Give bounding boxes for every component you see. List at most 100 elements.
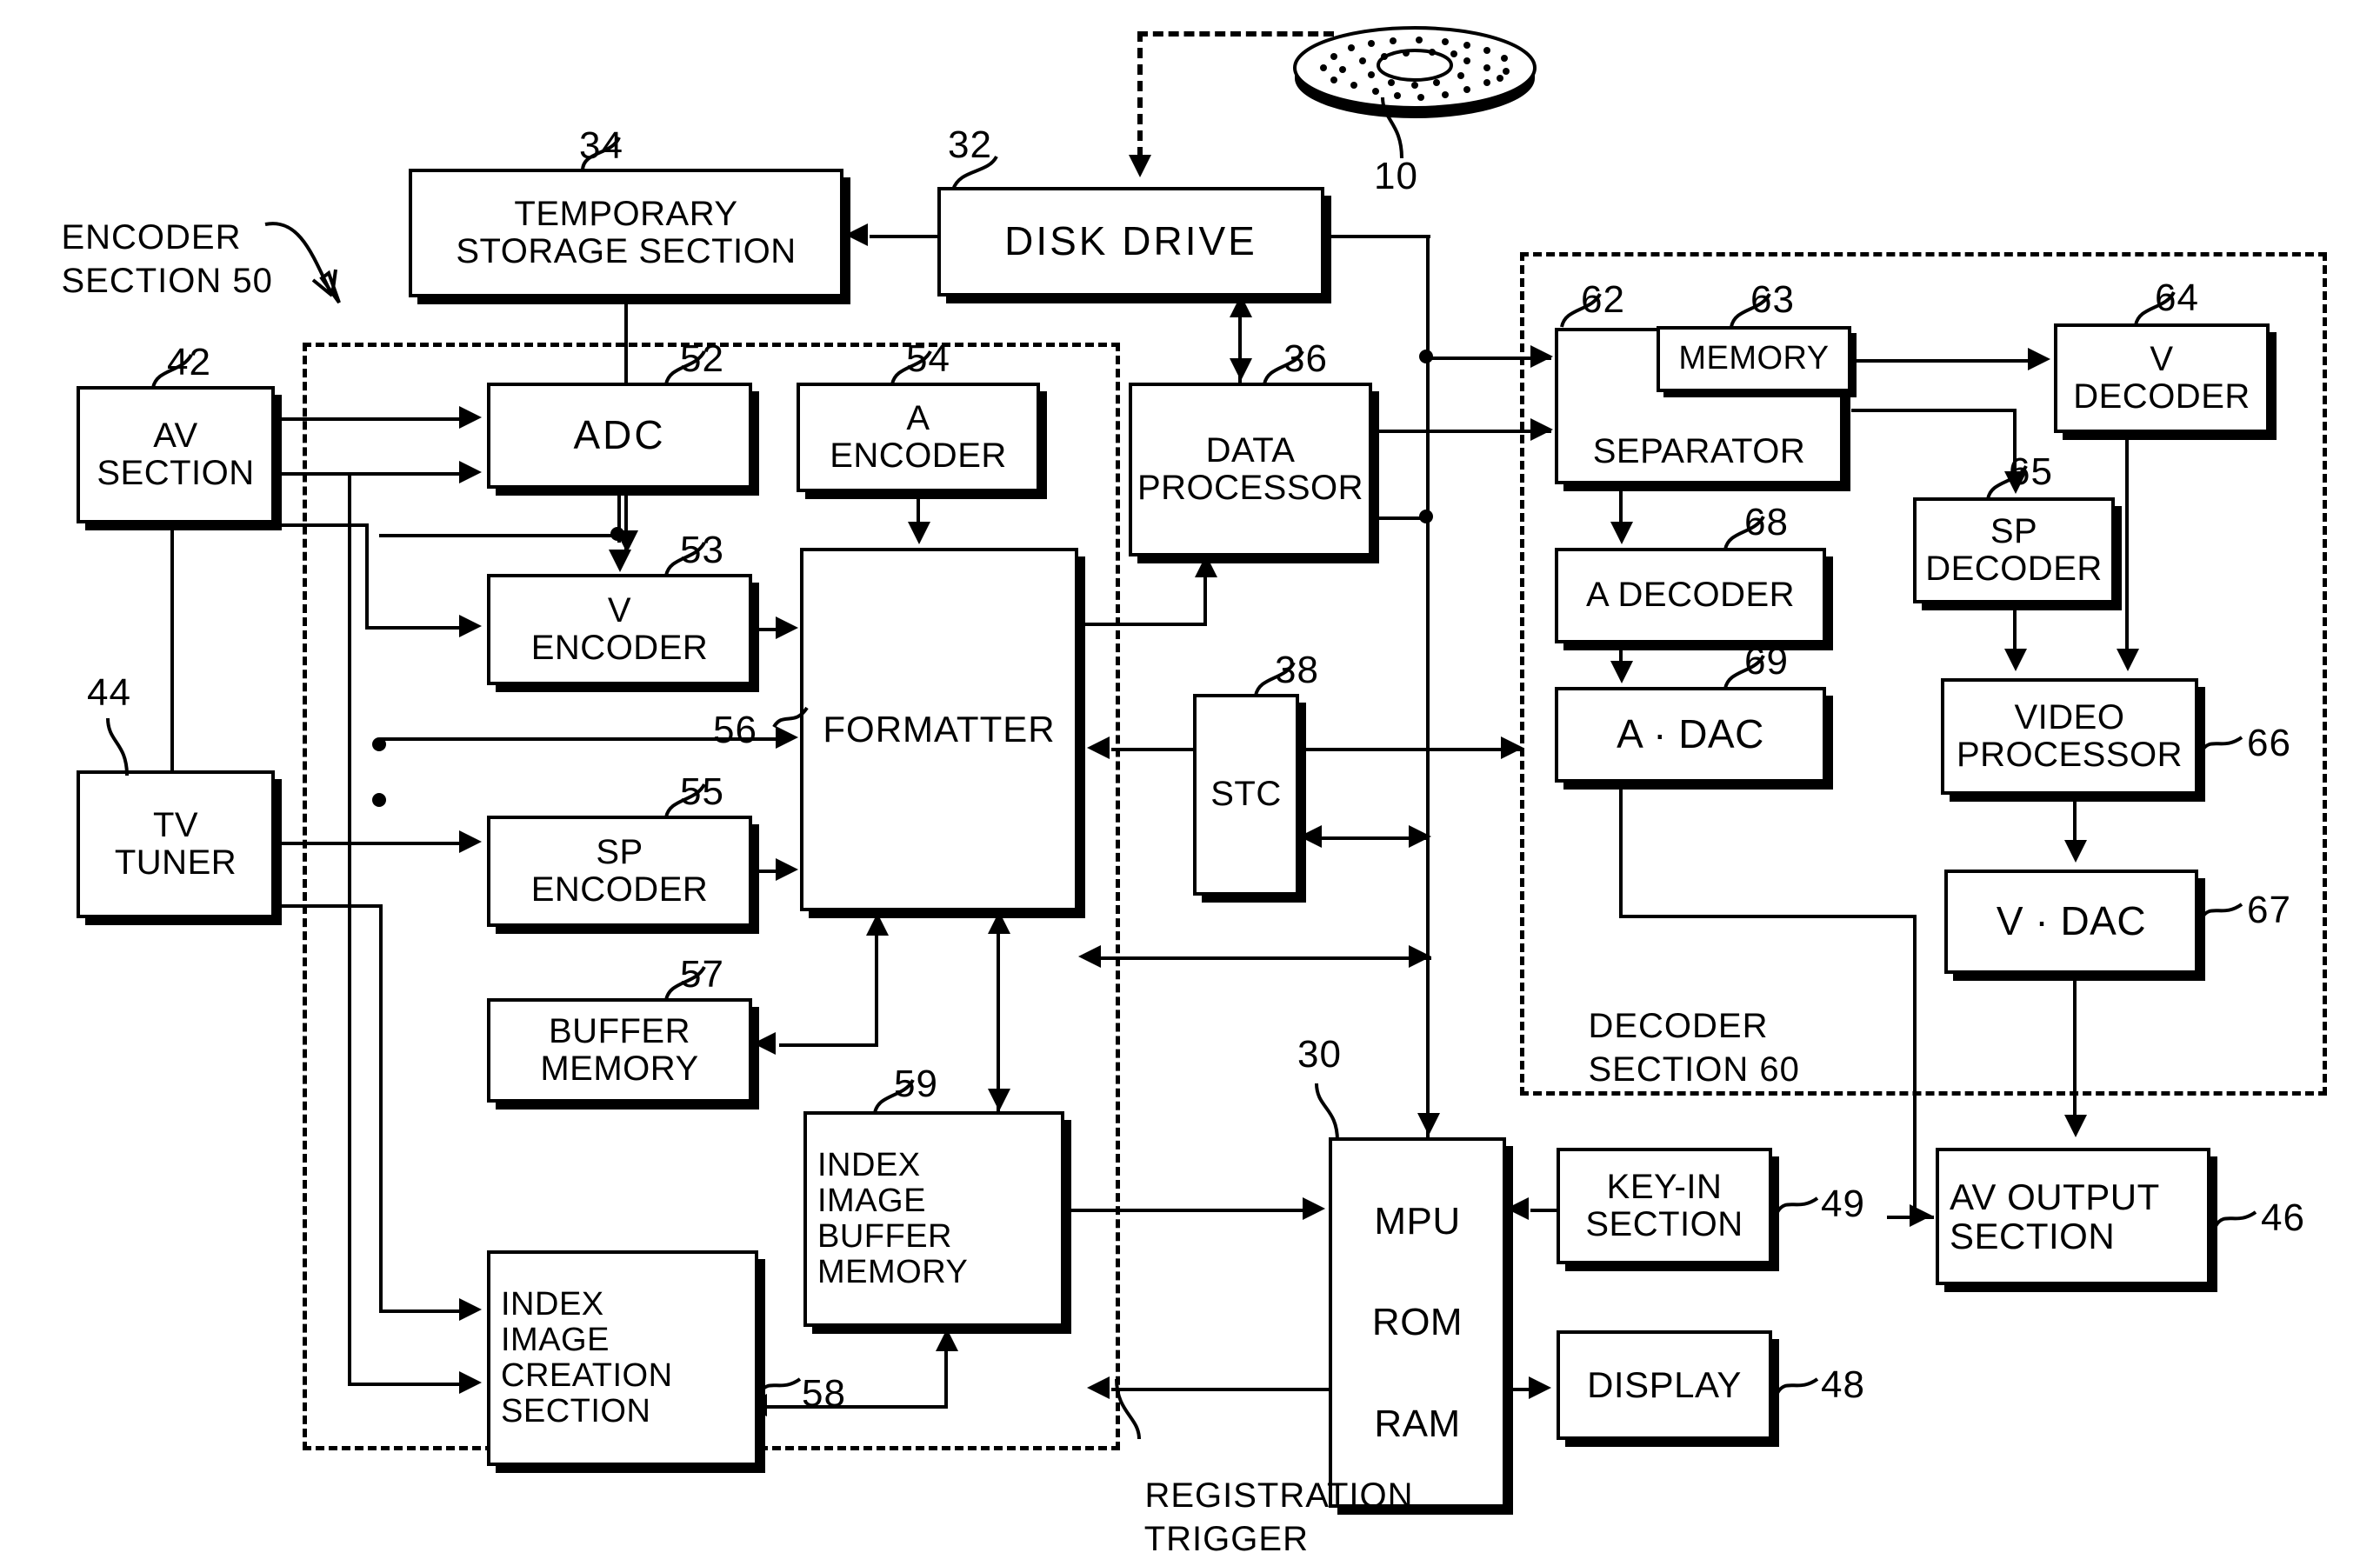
ref-32: 32 [948, 123, 992, 166]
arrow-dp-to-diskdrive [1230, 295, 1252, 317]
wire-adac-down [1619, 783, 1623, 918]
arrow-formatter-to-indexbuf [988, 1089, 1010, 1111]
arrow-av-to-adc [459, 406, 482, 429]
arrow-spdec-to-videoproc [2004, 649, 2027, 671]
arrow-spenc-to-formatter [776, 858, 798, 881]
sp-decoder-block[interactable]: SP DECODER [1913, 497, 2115, 603]
arrow-stc-bus-r [1409, 825, 1431, 848]
av-output-line1: AV OUTPUT [1950, 1176, 2160, 1217]
wire-av-to-adc [275, 417, 463, 421]
arrow-mpu-to-display [1529, 1376, 1551, 1399]
encoder-section-label-line1: ENCODER [61, 218, 242, 257]
index-buffer-line1: INDEX [817, 1146, 921, 1183]
wire-formatter-buffer-h [779, 1043, 878, 1047]
v-dac-block[interactable]: V · DAC [1944, 870, 2198, 974]
encoder-section-label: ENCODER SECTION 50 [19, 172, 273, 346]
formatter-block[interactable]: FORMATTER [800, 548, 1078, 911]
registration-trigger-leader [1115, 1378, 1141, 1440]
tv-tuner-block[interactable]: TV TUNER [77, 770, 275, 918]
arrow-tuner-to-index [459, 1298, 482, 1321]
arrow-videoproc-to-vdac [2064, 840, 2087, 863]
wire-tuner-to-index [379, 1309, 463, 1313]
junction-bus-a [372, 737, 386, 751]
arrow-av-to-venc [459, 615, 482, 637]
ref-55: 55 [680, 770, 724, 813]
wire-av-index-h [348, 1383, 463, 1386]
wire-av-bottom [275, 523, 369, 527]
wire-indexbuf-to-mpu [1066, 1209, 1306, 1212]
ref-64: 64 [2155, 277, 2199, 319]
ref-10: 10 [1374, 155, 1418, 197]
ref-56: 56 [713, 709, 757, 751]
ref-49: 49 [1821, 1183, 1865, 1225]
temporary-storage-section-block[interactable]: TEMPORARY STORAGE SECTION [409, 169, 843, 297]
ref-67: 67 [2247, 889, 2291, 931]
v-decoder-block[interactable]: V DECODER [2054, 323, 2270, 433]
adc-block[interactable]: ADC [487, 383, 752, 489]
av-output-section-block[interactable]: AV OUTPUT SECTION [1936, 1148, 2210, 1285]
arrow-bus-to-separator-top [1530, 345, 1553, 368]
index-image-buffer-memory-block[interactable]: INDEX IMAGE BUFFER MEMORY [803, 1111, 1064, 1327]
arrow-adc-to-venc [609, 550, 631, 572]
disc-load-path-down [1137, 31, 1143, 157]
arrow-separator-to-vdec [2028, 348, 2050, 370]
v-encoder-line1: V [607, 590, 632, 630]
encoder-section-leader [264, 222, 341, 304]
a-dac-block[interactable]: A · DAC [1555, 687, 1826, 783]
wire-av-out2b [351, 472, 463, 476]
wire-tuner-up [170, 523, 174, 770]
tv-tuner-line2: TUNER [114, 843, 237, 882]
sp-decoder-line1: SP [1990, 511, 2038, 550]
wire-av-index-v [348, 472, 351, 1385]
mpu-line1: MPU [1374, 1199, 1461, 1243]
a-encoder-line1: A [906, 398, 930, 437]
wire-separator-to-vdec [1851, 359, 2034, 363]
v-decoder-line2: DECODER [2073, 377, 2250, 416]
wire-dp-to-separator [1372, 430, 1551, 433]
stc-block[interactable]: STC [1193, 694, 1299, 896]
display-block[interactable]: DISPLAY [1557, 1330, 1772, 1440]
wire-tuner-bottom-v [379, 904, 383, 1313]
registration-trigger-label: REGISTRATION TRIGGER [1103, 1430, 1414, 1566]
av-section-block[interactable]: AV SECTION [77, 386, 275, 523]
v-encoder-block[interactable]: V ENCODER [487, 574, 752, 685]
key-in-line2: SECTION [1585, 1205, 1743, 1243]
buffer-memory-block[interactable]: BUFFER MEMORY [487, 998, 752, 1103]
arrow-adac-to-avout [1910, 1204, 1932, 1227]
temporary-storage-line2: STORAGE SECTION [456, 232, 797, 270]
arrow-vdec-to-videoproc [2117, 649, 2139, 671]
ref-65: 65 [2009, 450, 2053, 493]
display-label: DISPLAY [1587, 1364, 1742, 1406]
a-encoder-block[interactable]: A ENCODER [797, 383, 1040, 492]
wire-adac-right [1619, 915, 1917, 918]
memory-block[interactable]: MEMORY [1657, 326, 1851, 392]
wire-diskdrive-to-tempstorage [870, 235, 939, 238]
junction-bus-separator-top [1419, 350, 1433, 363]
stc-label: STC [1210, 775, 1282, 814]
sp-encoder-block[interactable]: SP ENCODER [487, 816, 752, 927]
key-in-section-block[interactable]: KEY-IN SECTION [1557, 1148, 1772, 1264]
junction-bus-b [372, 793, 386, 807]
ref-36: 36 [1283, 337, 1328, 380]
a-decoder-block[interactable]: A DECODER [1555, 548, 1826, 643]
wire-index-to-buf-h [767, 1405, 948, 1409]
disk-drive-block[interactable]: DISK DRIVE [937, 187, 1324, 297]
encoder-section-label-line2: SECTION 50 [61, 262, 273, 300]
ref-49-leader [1776, 1196, 1819, 1214]
index-image-creation-section-block[interactable]: INDEX IMAGE CREATION SECTION [487, 1250, 758, 1466]
data-processor-block[interactable]: DATA PROCESSOR [1129, 383, 1372, 556]
arrow-tuner-to-sp [459, 830, 482, 853]
wire-adc-bus [379, 534, 619, 537]
index-creation-line3: CREATION [501, 1357, 673, 1394]
arrow-index-to-buf [936, 1329, 958, 1351]
disk-drive-label: DISK DRIVE [1004, 218, 1257, 264]
ref-53: 53 [680, 529, 724, 571]
wire-spdec-to-videoproc [2013, 603, 2017, 652]
wire-bottom-bus [1101, 956, 1431, 960]
video-processor-block[interactable]: VIDEO PROCESSOR [1941, 678, 2198, 795]
junction-bus-dp [1419, 510, 1433, 523]
mpu-line2: ROM [1371, 1301, 1463, 1344]
sp-encoder-line2: ENCODER [530, 870, 709, 909]
ref-38: 38 [1275, 649, 1319, 691]
ref-57: 57 [680, 953, 724, 996]
